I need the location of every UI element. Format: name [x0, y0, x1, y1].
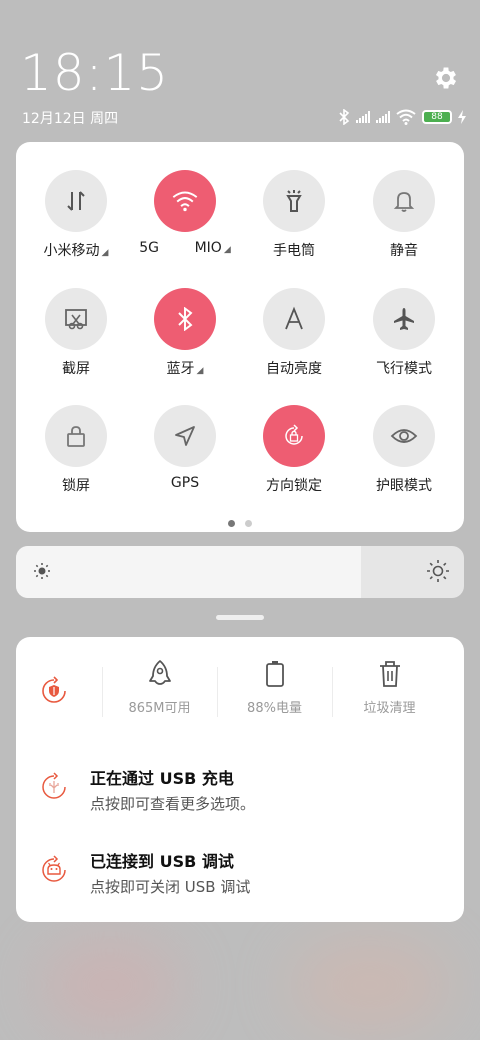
tile-label: 飞行模式 [376, 361, 432, 377]
notification-usb-charging[interactable]: 正在通过 USB 充电 点按即可查看更多选项。 [16, 759, 464, 819]
charging-icon [458, 110, 466, 124]
wifi-icon [154, 170, 216, 232]
brightness-slider[interactable] [16, 546, 464, 598]
eye-icon [373, 405, 435, 467]
notification-usb-debugging[interactable]: 已连接到 USB 调试 点按即可关闭 USB 调试 [16, 842, 464, 902]
screenshot-icon [45, 288, 107, 350]
memory-label: 865M可用 [128, 701, 191, 716]
quick-settings-panel: 小米移动 ◢ 5G MIO ◢ 手电筒 静音 截屏 蓝牙 ◢ 自动亮度 飞行模式… [16, 142, 464, 532]
rotation-lock-icon [263, 405, 325, 467]
signal-icon [356, 111, 370, 123]
tile-flashlight[interactable]: 手电筒 [239, 170, 349, 260]
gps-icon [154, 405, 216, 467]
flashlight-icon [263, 170, 325, 232]
airplane-icon [373, 288, 435, 350]
tile-mobile-data[interactable]: 小米移动 ◢ [21, 170, 131, 260]
tile-screenshot[interactable]: 截屏 [21, 288, 131, 378]
page-dot [245, 520, 252, 527]
tile-gps[interactable]: GPS [130, 405, 240, 491]
tile-label: 小米移动 [43, 243, 100, 259]
page-dot [228, 520, 235, 527]
notification-subtitle: 点按即可查看更多选项。 [90, 795, 256, 813]
tile-label: 5G MIO [139, 240, 222, 256]
bell-icon [373, 170, 435, 232]
tile-label: GPS [170, 475, 200, 491]
tile-auto-brightness[interactable]: 自动亮度 [239, 288, 349, 378]
tile-silent[interactable]: 静音 [349, 170, 459, 260]
battery-icon: 88 [422, 110, 452, 124]
brightness-fill [16, 546, 361, 598]
usb-icon [42, 772, 66, 799]
bluetooth-icon [339, 109, 350, 125]
auto-brightness-icon [263, 288, 325, 350]
battery-icon [265, 661, 284, 687]
tile-label: 手电筒 [273, 243, 315, 259]
dropdown-indicator-icon: ◢ [101, 248, 109, 258]
trash-label: 垃圾清理 [363, 701, 416, 716]
page-indicator [16, 520, 464, 527]
signal-icon [376, 111, 390, 123]
dropdown-indicator-icon: ◢ [223, 245, 231, 255]
notification-title: 正在通过 USB 充电 [90, 769, 234, 788]
trash-cleaner-button[interactable]: 垃圾清理 [332, 659, 447, 716]
memory-cleaner-button[interactable]: 865M可用 [102, 659, 217, 716]
security-shield-icon[interactable] [38, 675, 70, 707]
tile-label: 静音 [390, 243, 418, 259]
tile-label: 护眼模式 [376, 478, 432, 494]
tile-label: 锁屏 [62, 478, 90, 494]
battery-label: 88%电量 [247, 701, 302, 716]
rocket-icon [148, 660, 171, 685]
tile-label: 蓝牙 [166, 361, 195, 377]
tile-label: 方向锁定 [266, 478, 322, 494]
gear-icon[interactable] [432, 64, 460, 92]
cleaner-row: 865M可用 88%电量 垃圾清理 [16, 659, 464, 719]
bluetooth-icon [154, 288, 216, 350]
battery-saver-button[interactable]: 88%电量 [217, 659, 332, 716]
trash-icon [379, 661, 400, 687]
tile-rotation-lock[interactable]: 方向锁定 [239, 405, 349, 495]
tile-bluetooth[interactable]: 蓝牙 ◢ [130, 288, 240, 378]
clock: 18:15 [20, 44, 170, 102]
lock-icon [45, 405, 107, 467]
notification-panel: 865M可用 88%电量 垃圾清理 正在通过 USB 充电 点按即可查看更多选项… [16, 637, 464, 922]
drag-handle[interactable] [216, 615, 264, 620]
dropdown-indicator-icon: ◢ [196, 366, 204, 376]
tile-airplane-mode[interactable]: 飞行模式 [349, 288, 459, 378]
background-blob [40, 940, 180, 1030]
tile-lock-screen[interactable]: 锁屏 [21, 405, 131, 495]
android-debug-icon [42, 855, 66, 882]
wifi-icon [396, 109, 416, 125]
notification-subtitle: 点按即可关闭 USB 调试 [90, 878, 251, 896]
tile-label: 自动亮度 [266, 361, 322, 377]
status-bar-icons: 88 [338, 108, 466, 126]
date: 12月12日 周四 [22, 111, 119, 127]
background-blob [290, 940, 450, 1030]
tile-wifi[interactable]: 5G MIO ◢ [130, 170, 240, 256]
data-transfer-icon [45, 170, 107, 232]
brightness-low-icon [34, 563, 50, 579]
tile-eye-protection[interactable]: 护眼模式 [349, 405, 459, 495]
brightness-high-icon [427, 560, 449, 582]
notification-title: 已连接到 USB 调试 [90, 852, 234, 871]
tile-label: 截屏 [62, 361, 90, 377]
